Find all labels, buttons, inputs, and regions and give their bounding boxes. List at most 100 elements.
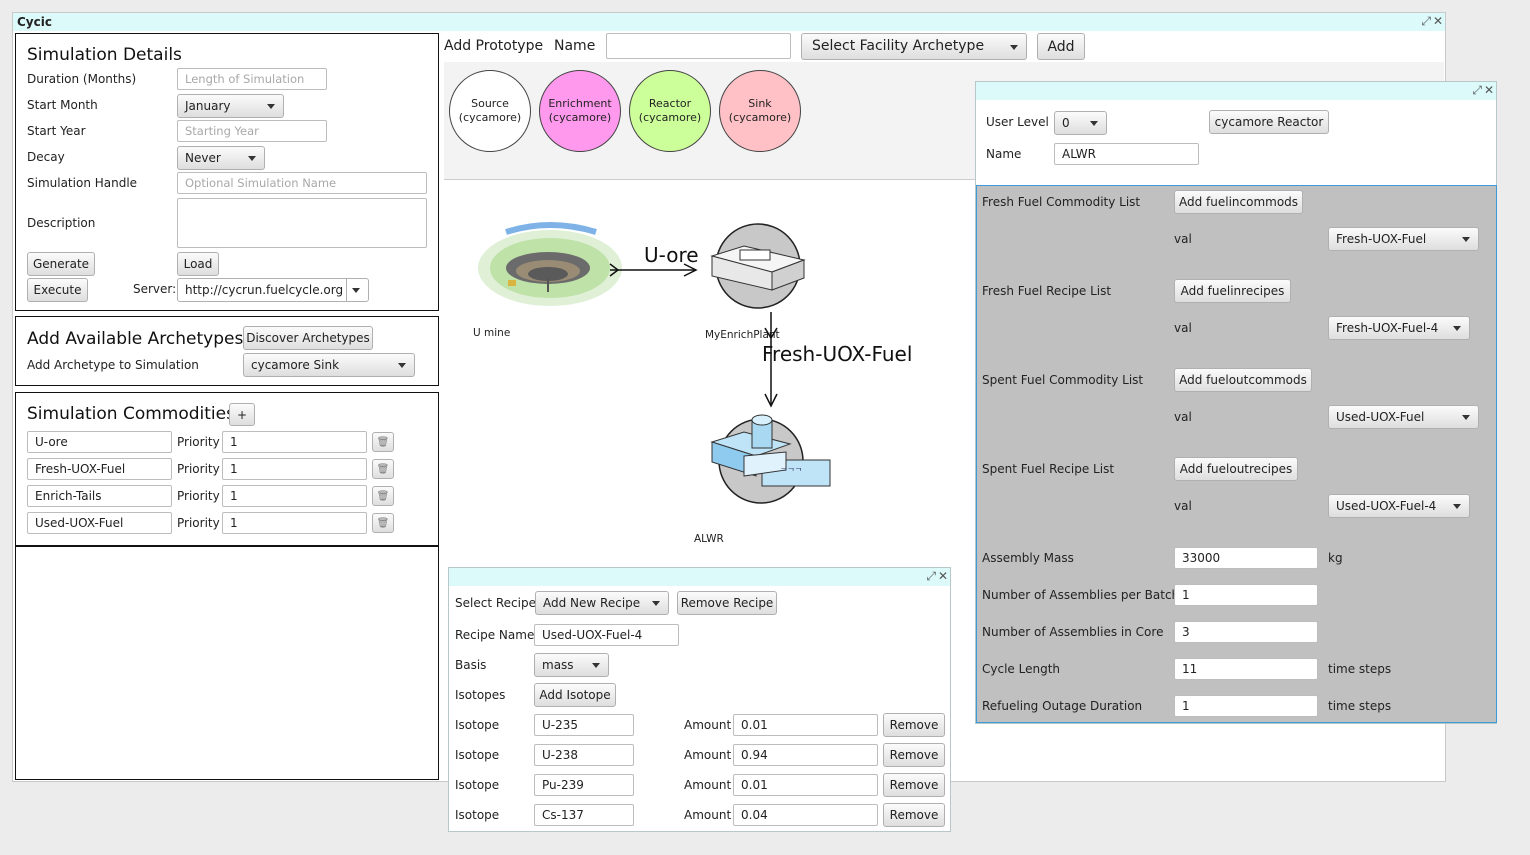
recipe-name-input[interactable]: Used-UOX-Fuel-4 [534,624,679,646]
start-year-input[interactable]: Starting Year [177,120,327,142]
add-fueloutcommods-button[interactable]: Add fueloutcommods [1174,368,1312,392]
reactor-icon[interactable]: ᄀᄀᄀ [710,414,831,504]
assemblies-in-core-input[interactable]: 3 [1174,621,1318,643]
add-archetype-label: Add Archetype to Simulation [27,358,199,372]
handle-input[interactable]: Optional Simulation Name [177,172,427,194]
amount-input[interactable]: 0.01 [733,714,878,736]
amount-input[interactable]: 0.94 [733,744,878,766]
isotope-input[interactable]: U-235 [534,714,634,736]
reactor-titlebar[interactable]: ⤢ ✕ [976,82,1496,100]
prototype-name-input[interactable] [606,33,791,59]
trash-icon[interactable]: 🗑 [372,459,394,479]
val-label: val [1174,232,1192,246]
remove-isotope-button[interactable]: Remove [883,713,945,737]
add-prototype-button[interactable]: Add [1037,33,1085,60]
assemblies-per-batch-input[interactable]: 1 [1174,584,1318,606]
spent-fuel-recipe-select[interactable]: Used-UOX-Fuel-4 [1328,494,1470,518]
mine-icon[interactable] [478,222,622,306]
add-fueloutrecipes-button[interactable]: Add fueloutrecipes [1174,457,1298,481]
recipe-titlebar[interactable]: ⤢ ✕ [449,568,950,586]
commodity-name-input[interactable]: Enrich-Tails [27,485,172,507]
load-button[interactable]: Load [177,252,219,276]
close-icon[interactable]: ✕ [1484,83,1494,97]
refueling-outage-input[interactable]: 1 [1174,695,1318,717]
commodity-priority-input[interactable]: 1 [222,512,367,534]
decay-select[interactable]: Never [177,146,265,170]
prototype-source[interactable]: Source (cycamore) [449,70,531,152]
prototype-sink-lib: (cycamore) [728,111,792,124]
remove-isotope-button[interactable]: Remove [883,743,945,767]
main-titlebar[interactable]: Cycic ⤢ ✕ [13,13,1445,31]
add-isotope-button[interactable]: Add Isotope [534,683,616,707]
prototype-sink[interactable]: Sink (cycamore) [719,70,801,152]
commodity-name-input[interactable]: Used-UOX-Fuel [27,512,172,534]
user-level-select[interactable]: 0 [1054,111,1107,135]
chevron-down-icon [1090,121,1098,126]
chevron-down-icon[interactable] [352,288,360,293]
basis-select[interactable]: mass [534,653,609,677]
prototype-sink-name: Sink [748,97,772,110]
user-level-label: User Level [986,115,1049,129]
remove-isotope-button[interactable]: Remove [883,803,945,827]
assembly-mass-input[interactable]: 33000 [1174,547,1318,569]
decay-label: Decay [27,150,65,164]
window-title: Cycic [17,15,52,29]
close-icon[interactable]: ✕ [938,569,948,583]
spent-fuel-recipe-list-label: Spent Fuel Recipe List [982,462,1115,476]
reactor-archetype-button[interactable]: cycamore Reactor [1209,110,1329,134]
trash-icon[interactable]: 🗑 [372,486,394,506]
prototype-name-label: Name [554,38,596,54]
add-commodity-button[interactable]: + [229,403,255,426]
description-textarea[interactable] [177,198,427,248]
prototype-reactor[interactable]: Reactor (cycamore) [629,70,711,152]
trash-icon[interactable]: 🗑 [372,432,394,452]
commodity-name-input[interactable]: U-ore [27,431,172,453]
amount-label: Amount [684,778,732,792]
reactor-name-input[interactable]: ALWR [1054,143,1199,165]
isotope-input[interactable]: U-238 [534,744,634,766]
commodity-priority-input[interactable]: 1 [222,458,367,480]
server-dropdown-divider [346,279,347,301]
cycle-length-input[interactable]: 11 [1174,658,1318,680]
amount-input[interactable]: 0.04 [733,804,878,826]
maximize-icon[interactable]: ⤢ [926,569,936,583]
add-fuelinrecipes-button[interactable]: Add fuelinrecipes [1174,279,1291,303]
facility-graph: U-ore MyEnrichPlant U mine Fresh-UOX-Fue… [473,222,912,545]
fresh-fuel-recipe-select[interactable]: Fresh-UOX-Fuel-4 [1328,316,1470,340]
commodity-name-input[interactable]: Fresh-UOX-Fuel [27,458,172,480]
spent-fuel-commodity-select[interactable]: Used-UOX-Fuel [1328,405,1479,429]
priority-label: Priority [177,489,220,503]
amount-input[interactable]: 0.01 [733,774,878,796]
add-fuelincommods-button[interactable]: Add fuelincommods [1174,190,1303,214]
prototype-enrichment-name: Enrichment [548,97,612,110]
refueling-outage-unit: time steps [1328,699,1392,713]
server-select[interactable]: http://cycrun.fuelcycle.org [177,278,369,302]
archetype-select[interactable]: cycamore Sink [243,353,415,377]
basis-label: Basis [455,658,487,672]
facility-archetype-select[interactable]: Select Facility Archetype [801,33,1027,60]
isotope-input[interactable]: Pu-239 [534,774,634,796]
decay-value: Never [185,151,221,165]
prototype-reactor-name: Reactor [648,97,692,110]
duration-input[interactable]: Length of Simulation [177,68,327,90]
archetypes-header: Add Available Archetypes [27,329,244,349]
start-month-select[interactable]: January [177,94,284,118]
commodity-priority-input[interactable]: 1 [222,485,367,507]
commodity-priority-input[interactable]: 1 [222,431,367,453]
execute-button[interactable]: Execute [27,278,88,302]
fresh-fuel-commodity-select[interactable]: Fresh-UOX-Fuel [1328,227,1479,251]
close-icon[interactable]: ✕ [1433,14,1443,28]
generate-button[interactable]: Generate [27,252,95,276]
recipe-select[interactable]: Add New Recipe [535,591,669,615]
isotope-input[interactable]: Cs-137 [534,804,634,826]
enrichment-plant-icon[interactable] [710,223,806,309]
maximize-icon[interactable]: ⤢ [1421,14,1431,28]
edge-u-ore-label: U-ore [644,243,699,267]
discover-archetypes-button[interactable]: Discover Archetypes [243,326,373,350]
remove-recipe-button[interactable]: Remove Recipe [677,591,777,615]
simulation-details-header: Simulation Details [27,45,182,65]
trash-icon[interactable]: 🗑 [372,513,394,533]
maximize-icon[interactable]: ⤢ [1472,83,1482,97]
remove-isotope-button[interactable]: Remove [883,773,945,797]
prototype-enrichment[interactable]: Enrichment (cycamore) [539,70,621,152]
